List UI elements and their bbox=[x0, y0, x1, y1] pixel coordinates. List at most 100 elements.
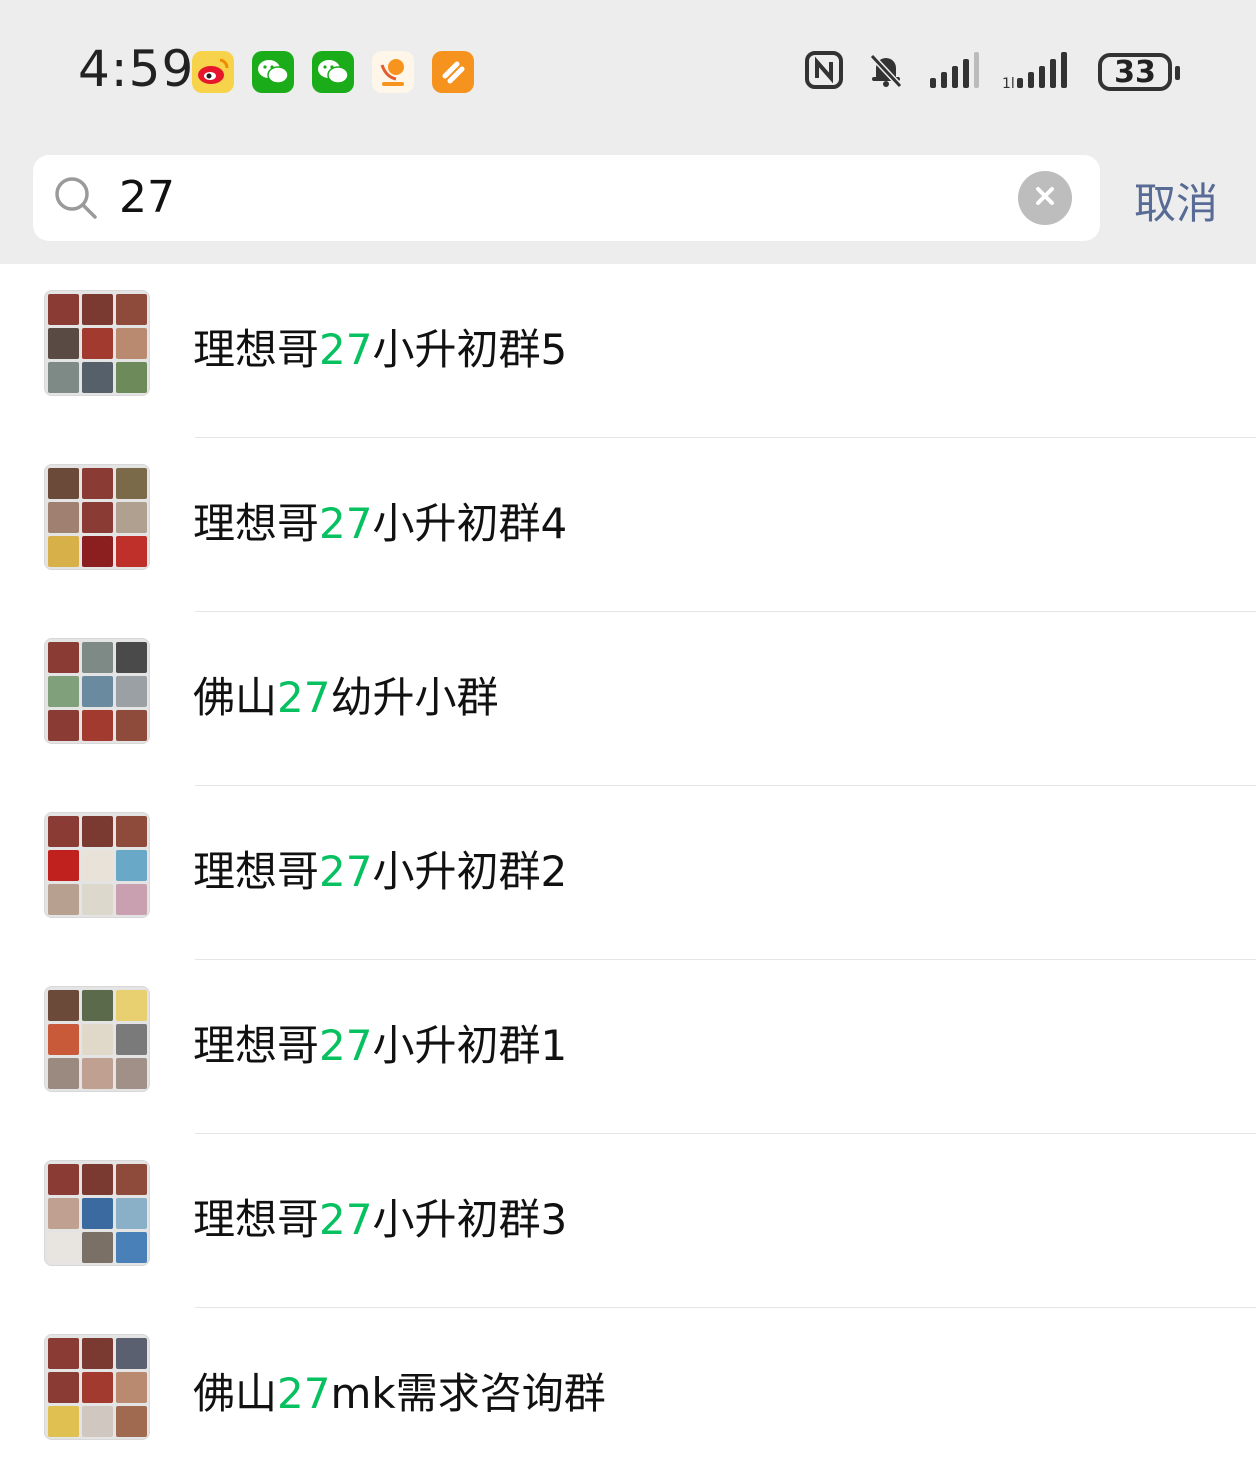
battery-indicator: 33 bbox=[1098, 53, 1180, 91]
avatar-tile bbox=[48, 850, 79, 881]
avatar-tile bbox=[48, 294, 79, 325]
list-item[interactable]: 理想哥27小升初群3 bbox=[0, 1134, 1256, 1308]
clear-button[interactable] bbox=[1018, 171, 1072, 225]
avatar-tile bbox=[82, 468, 113, 499]
status-bar: 4:59 1l 33 bbox=[0, 0, 1256, 140]
avatar-tile bbox=[82, 328, 113, 359]
xiaotiancai-icon bbox=[372, 51, 414, 93]
bell-muted-icon bbox=[866, 50, 906, 94]
close-icon bbox=[1033, 181, 1057, 216]
group-name: 佛山27幼升小群 bbox=[193, 673, 499, 722]
avatar-tile bbox=[116, 1232, 147, 1263]
signal-icon bbox=[928, 50, 980, 94]
group-name: 理想哥27小升初群4 bbox=[193, 499, 568, 548]
avatar-tile bbox=[82, 1232, 113, 1263]
avatar-tile bbox=[48, 816, 79, 847]
avatar-tile bbox=[48, 676, 79, 707]
list-item[interactable]: 理想哥27小升初群5 bbox=[0, 264, 1256, 438]
avatar-tile bbox=[116, 1198, 147, 1229]
avatar-tile bbox=[48, 468, 79, 499]
weibo-icon bbox=[192, 51, 234, 93]
avatar-tile bbox=[82, 710, 113, 741]
avatar-tile bbox=[48, 642, 79, 673]
avatar-tile bbox=[82, 676, 113, 707]
avatar-tile bbox=[116, 468, 147, 499]
avatar-tile bbox=[116, 816, 147, 847]
wechat-icon bbox=[312, 51, 354, 93]
list-item[interactable]: 佛山27mk需求咨询群 bbox=[0, 1308, 1256, 1482]
cancel-button[interactable]: 取消 bbox=[1134, 170, 1218, 231]
group-name: 理想哥27小升初群2 bbox=[193, 847, 568, 896]
avatar-tile bbox=[48, 1164, 79, 1195]
avatar-tile bbox=[48, 1338, 79, 1369]
avatar-tile bbox=[48, 502, 79, 533]
orange-app-icon bbox=[432, 51, 474, 93]
avatar-tile bbox=[48, 1024, 79, 1055]
avatar-tile bbox=[116, 850, 147, 881]
search-input[interactable] bbox=[119, 167, 999, 227]
avatar-tile bbox=[116, 990, 147, 1021]
avatar-tile bbox=[116, 676, 147, 707]
match-highlight: 27 bbox=[319, 325, 373, 374]
match-highlight: 27 bbox=[319, 1021, 373, 1070]
avatar-tile bbox=[116, 1406, 147, 1437]
nfc-icon bbox=[804, 50, 844, 94]
status-time: 4:59 bbox=[78, 40, 195, 98]
avatar-tile bbox=[82, 990, 113, 1021]
list-item[interactable]: 佛山27幼升小群 bbox=[0, 612, 1256, 786]
avatar-tile bbox=[82, 502, 113, 533]
avatar-tile bbox=[116, 710, 147, 741]
search-bar: 取消 bbox=[0, 150, 1256, 246]
wechat-icon bbox=[252, 51, 294, 93]
avatar-tile bbox=[116, 884, 147, 915]
svg-text:1l: 1l bbox=[1002, 76, 1015, 90]
avatar-tile bbox=[82, 850, 113, 881]
group-avatar bbox=[44, 1334, 150, 1440]
group-avatar bbox=[44, 464, 150, 570]
avatar-tile bbox=[48, 536, 79, 567]
group-name: 理想哥27小升初群3 bbox=[193, 1195, 568, 1244]
avatar-tile bbox=[82, 1164, 113, 1195]
avatar-tile bbox=[48, 710, 79, 741]
match-highlight: 27 bbox=[319, 847, 373, 896]
avatar-tile bbox=[116, 1024, 147, 1055]
avatar-tile bbox=[48, 1372, 79, 1403]
list-item[interactable]: 理想哥27小升初群4 bbox=[0, 438, 1256, 612]
match-highlight: 27 bbox=[277, 673, 331, 722]
avatar-tile bbox=[82, 884, 113, 915]
avatar-tile bbox=[82, 1058, 113, 1089]
avatar-tile bbox=[116, 1164, 147, 1195]
group-avatar bbox=[44, 812, 150, 918]
avatar-tile bbox=[116, 1058, 147, 1089]
avatar-tile bbox=[48, 1058, 79, 1089]
avatar-tile bbox=[48, 990, 79, 1021]
avatar-tile bbox=[82, 816, 113, 847]
group-name: 理想哥27小升初群1 bbox=[193, 1021, 568, 1070]
avatar-tile bbox=[82, 642, 113, 673]
avatar-tile bbox=[82, 1338, 113, 1369]
avatar-tile bbox=[82, 294, 113, 325]
group-avatar bbox=[44, 1160, 150, 1266]
match-highlight: 27 bbox=[277, 1369, 331, 1418]
signal-icon: 1l bbox=[1002, 50, 1076, 94]
avatar-tile bbox=[82, 362, 113, 393]
battery-level: 33 bbox=[1114, 54, 1156, 90]
search-results-list: 理想哥27小升初群5 理想哥27小升初群4 佛山27幼升小群 理想哥27小升初群… bbox=[0, 264, 1256, 1482]
status-right: 1l 33 bbox=[804, 48, 1180, 96]
avatar-tile bbox=[48, 884, 79, 915]
avatar-tile bbox=[48, 1232, 79, 1263]
avatar-tile bbox=[116, 536, 147, 567]
match-highlight: 27 bbox=[319, 499, 373, 548]
group-name: 理想哥27小升初群5 bbox=[193, 325, 568, 374]
search-icon bbox=[53, 175, 99, 221]
avatar-tile bbox=[82, 1198, 113, 1229]
avatar-tile bbox=[48, 362, 79, 393]
avatar-tile bbox=[48, 1198, 79, 1229]
list-item[interactable]: 理想哥27小升初群1 bbox=[0, 960, 1256, 1134]
avatar-tile bbox=[116, 362, 147, 393]
search-box[interactable] bbox=[33, 155, 1100, 241]
group-avatar bbox=[44, 638, 150, 744]
avatar-tile bbox=[48, 328, 79, 359]
avatar-tile bbox=[116, 294, 147, 325]
list-item[interactable]: 理想哥27小升初群2 bbox=[0, 786, 1256, 960]
